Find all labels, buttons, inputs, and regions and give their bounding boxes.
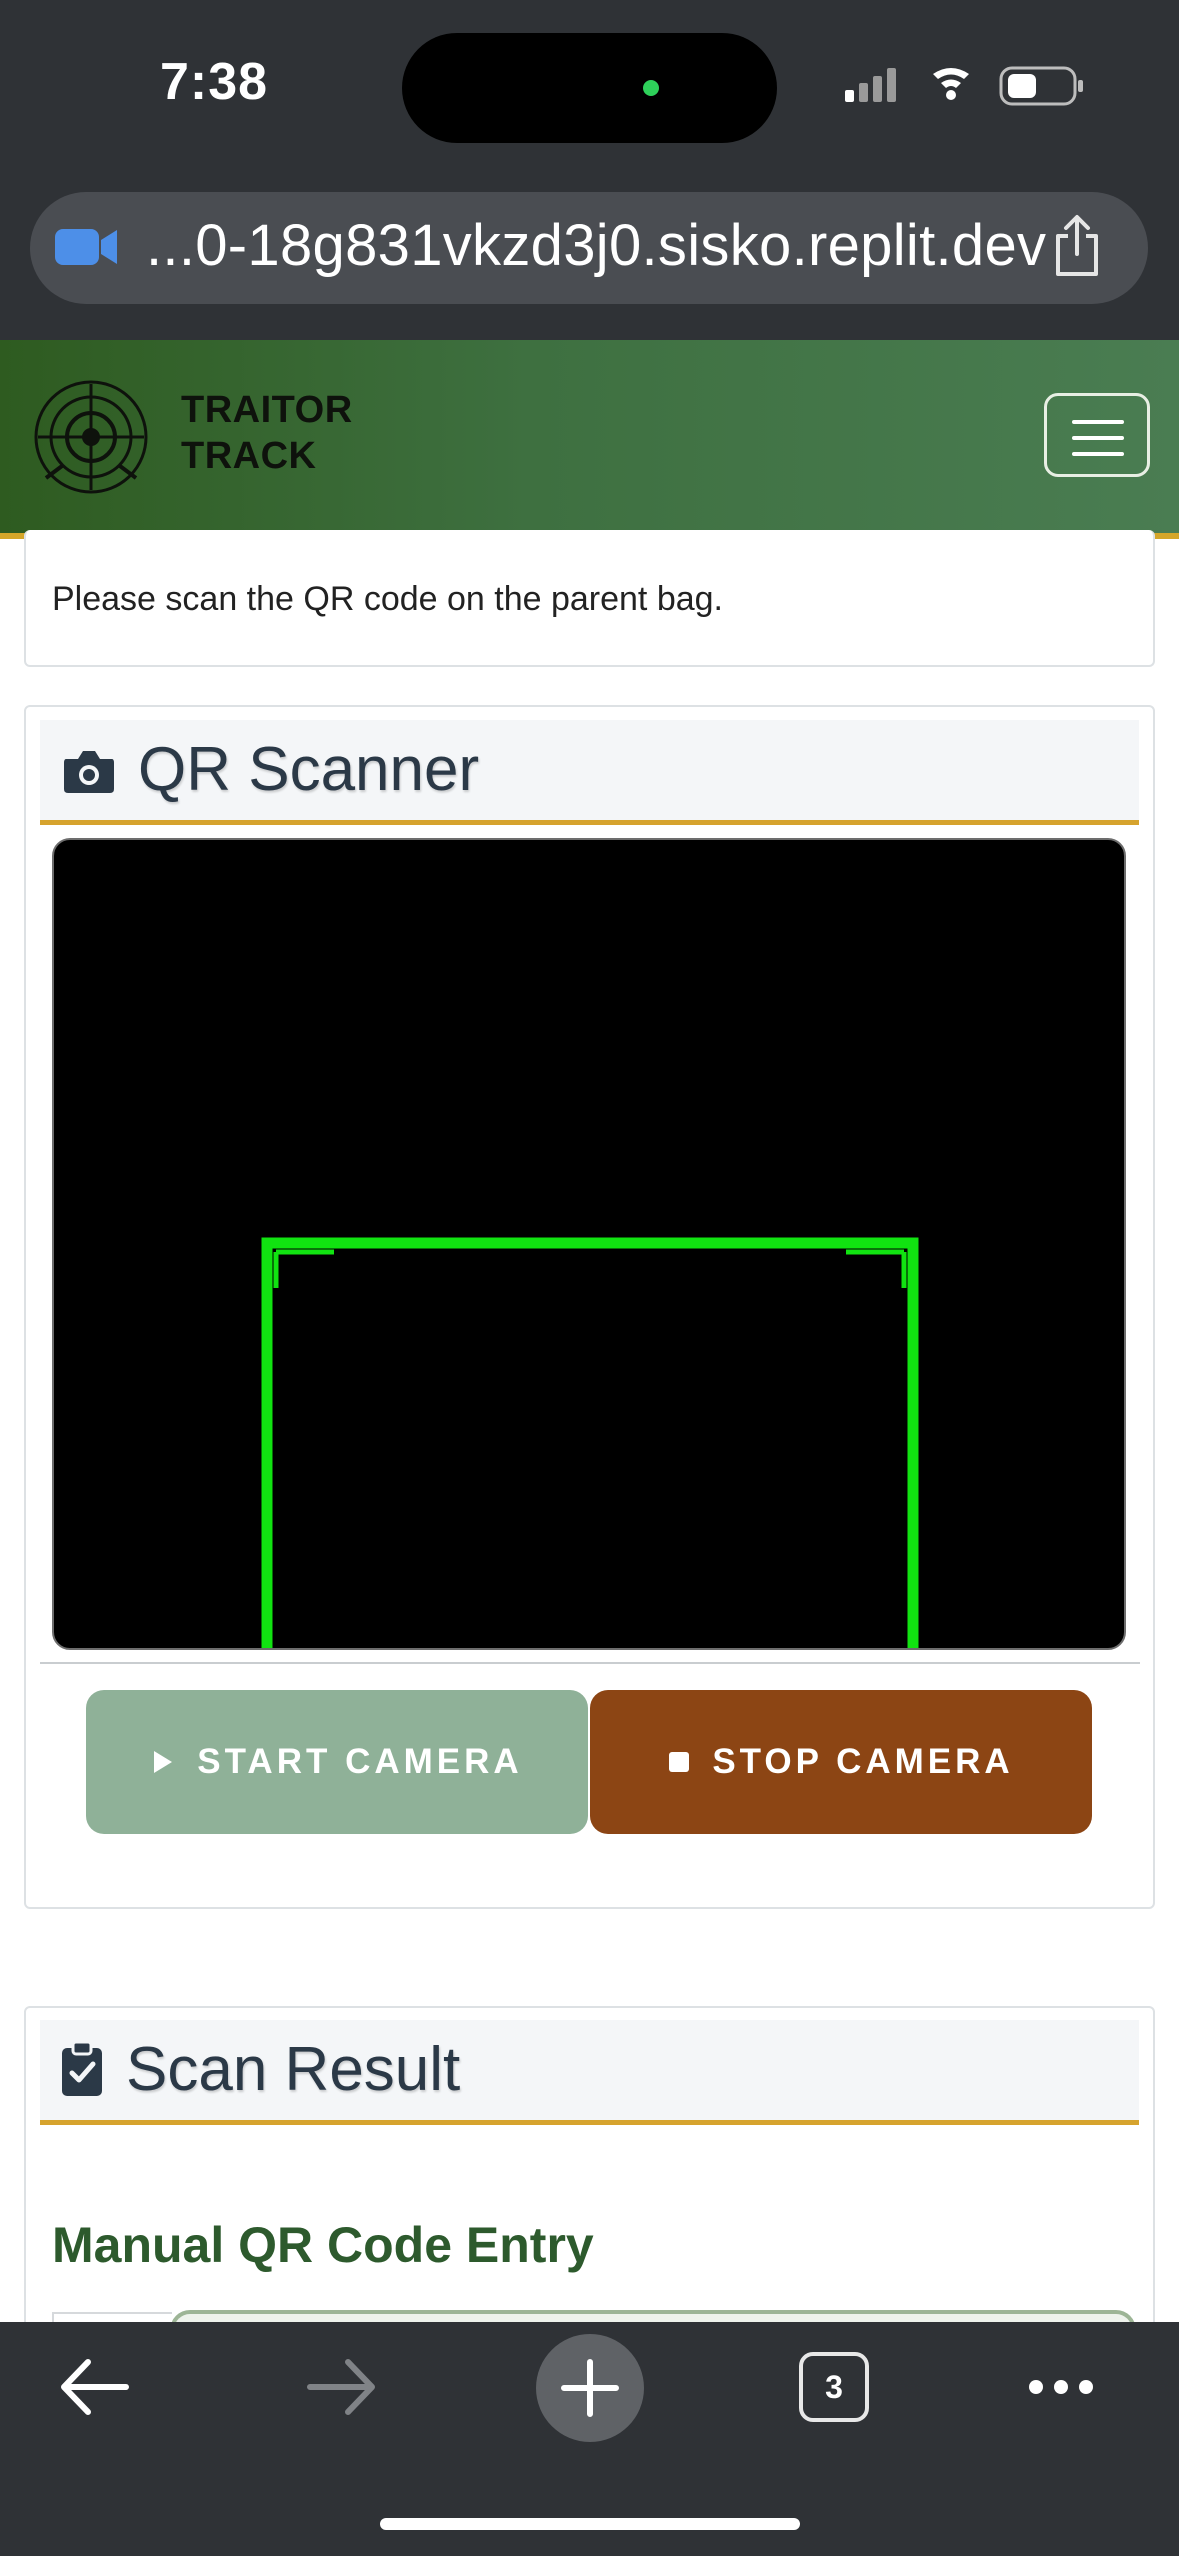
home-indicator xyxy=(380,2518,800,2530)
video-camera-icon xyxy=(55,229,117,265)
brand-line-1: TRAITOR xyxy=(181,389,353,431)
new-tab-plus-icon[interactable] xyxy=(536,2334,644,2442)
instruction-text: Please scan the QR code on the parent ba… xyxy=(52,580,724,618)
clipboard-check-icon xyxy=(62,2040,102,2096)
app-navbar xyxy=(0,340,1179,539)
stop-camera-label: STOP CAMERA xyxy=(712,1742,1014,1781)
manual-entry-title: Manual QR Code Entry xyxy=(52,2217,594,2273)
menu-bar-icon xyxy=(1072,436,1124,440)
scan-result-title: Scan Result xyxy=(126,2035,461,2104)
start-camera-label: START CAMERA xyxy=(197,1742,523,1781)
dynamic-island xyxy=(402,33,777,143)
status-time: 7:38 xyxy=(160,53,269,111)
camera-viewport xyxy=(52,838,1126,1650)
more-options-icon[interactable] xyxy=(1026,2376,1096,2398)
stop-icon xyxy=(669,1752,690,1772)
cellular-signal-icon xyxy=(845,68,896,102)
wifi-icon xyxy=(933,68,969,100)
brand-name[interactable]: TRAITOR TRACK xyxy=(181,387,353,479)
camera-icon xyxy=(64,751,114,793)
share-icon[interactable] xyxy=(1052,214,1102,278)
qr-scanner-title: QR Scanner xyxy=(138,735,480,804)
tab-switcher-button[interactable]: 3 xyxy=(799,2352,869,2422)
forward-arrow-icon[interactable] xyxy=(306,2356,378,2418)
back-arrow-icon[interactable] xyxy=(58,2356,130,2418)
brand-line-2: TRACK xyxy=(181,435,317,477)
menu-bar-icon xyxy=(1072,420,1124,424)
scanner-divider xyxy=(40,1662,1140,1664)
stop-camera-button[interactable]: STOP CAMERA xyxy=(590,1690,1092,1834)
scan-frame-overlay xyxy=(261,1237,919,1648)
url-text[interactable]: ...0-18g831vkzd3j0.sisko.replit.dev xyxy=(146,212,1046,279)
camera-indicator-dot xyxy=(643,80,659,96)
start-camera-button[interactable]: START CAMERA xyxy=(86,1690,588,1834)
battery-icon xyxy=(999,66,1083,106)
crosshair-logo-icon[interactable] xyxy=(32,378,150,496)
menu-bar-icon xyxy=(1072,452,1124,456)
menu-toggle-button[interactable] xyxy=(1044,393,1150,477)
status-icons xyxy=(845,66,1083,106)
play-icon xyxy=(154,1751,173,1773)
